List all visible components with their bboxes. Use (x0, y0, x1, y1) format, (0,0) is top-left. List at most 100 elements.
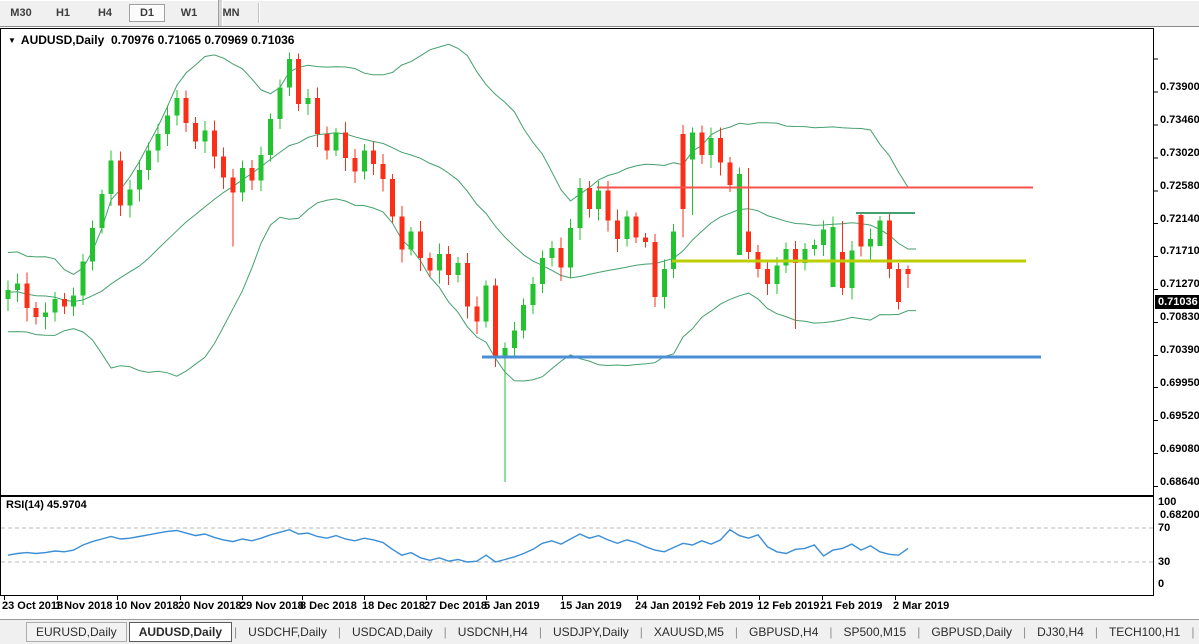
candle-body (362, 151, 367, 172)
symbol-dropdown-icon[interactable]: ▼ (8, 36, 16, 45)
tab-separator: | (640, 625, 643, 639)
candle-body (634, 217, 639, 238)
chart-tab-audusd-daily[interactable]: AUDUSD,Daily (129, 622, 232, 642)
candle-body (474, 307, 479, 322)
date-axis-label: 18 Dec 2018 (362, 600, 425, 612)
tab-separator: | (1023, 625, 1026, 639)
rsi-indicator-label: RSI(14) 45.9704 (6, 499, 87, 511)
candle-body (399, 217, 404, 250)
candle-body (352, 158, 357, 172)
candle-body (343, 133, 348, 159)
chart-tab-usdcnh-h4[interactable]: USDCNH,H4 (449, 623, 537, 641)
chart-tab-dj30-h4[interactable]: DJ30,H4 (1028, 623, 1093, 641)
chart-tab-tech100-h1[interactable]: TECH100,H1 (1100, 623, 1189, 641)
price-axis-label: 0.73900 (1160, 82, 1199, 93)
candle-body (484, 286, 489, 322)
rsi-current-value: 45.9704 (47, 499, 87, 511)
candle-body (334, 133, 339, 151)
date-axis-label: 21 Feb 2019 (820, 600, 882, 612)
date-axis-label: 2 Mar 2019 (893, 600, 949, 612)
candle-body (587, 188, 592, 209)
candle-body (784, 249, 789, 266)
price-axis-label: 0.73020 (1160, 148, 1199, 159)
candle-body (6, 290, 11, 299)
candle-body (296, 59, 301, 104)
date-axis-label: 20 Nov 2018 (178, 600, 242, 612)
tab-separator: | (338, 625, 341, 639)
timeframe-button-h1[interactable]: H1 (45, 4, 81, 22)
candle-body (512, 331, 517, 348)
candle-body (652, 242, 657, 297)
candle-body (868, 239, 873, 247)
candle-body (371, 151, 376, 165)
date-axis-label: 8 Dec 2018 (300, 600, 357, 612)
candle-body (737, 174, 742, 255)
candle-body (681, 134, 686, 209)
candle-body (156, 134, 161, 151)
candle-body (231, 178, 236, 193)
candle-body (324, 134, 329, 151)
candle-body (662, 269, 667, 297)
candle-body (221, 157, 226, 178)
price-axis-label: 0.73460 (1160, 115, 1199, 126)
toolbar-separator (258, 3, 260, 23)
tab-separator: | (1095, 625, 1098, 639)
timeframe-button-d1[interactable]: D1 (129, 4, 165, 22)
main-chart-canvas[interactable] (0, 28, 1199, 496)
timeframe-toolbar: M30 H1 H4 D1 W1 MN (0, 0, 1199, 27)
price-axis-label: 0.69080 (1160, 444, 1199, 455)
chart-tab-usdchf-daily[interactable]: USDCHF,Daily (239, 623, 336, 641)
candle-body (643, 238, 648, 243)
chart-tab-eurusd-daily[interactable]: EURUSD,Daily (26, 622, 127, 642)
candle-body (521, 305, 526, 331)
candle-body (409, 232, 414, 250)
candle-body (493, 286, 498, 359)
timeframe-button-w1[interactable]: W1 (171, 4, 207, 22)
candle-body (906, 269, 911, 274)
chart-tab-gbpusd-daily[interactable]: GBPUSD,Daily (922, 623, 1021, 641)
rsi-name: RSI(14) (6, 499, 44, 511)
price-axis-label: 0.71710 (1160, 246, 1199, 257)
rsi-chart-canvas[interactable] (0, 496, 1199, 596)
timeframe-button-m30[interactable]: M30 (3, 4, 39, 22)
candle-body (568, 228, 573, 268)
chart-tab-usdjpy-daily[interactable]: USDJPY,Daily (544, 623, 638, 641)
date-axis-label: 1 Nov 2018 (55, 600, 112, 612)
price-axis-label: 0.71270 (1160, 279, 1199, 290)
date-axis-label: 5 Jan 2019 (484, 600, 540, 612)
candle-body (540, 258, 545, 284)
current-price-badge: 0.71036 (1155, 295, 1199, 309)
chart-symbol-label: AUDUSD,Daily (21, 33, 104, 47)
candle-body (52, 299, 57, 313)
candle-body (249, 168, 254, 181)
toolbar-grip[interactable] (218, 0, 223, 26)
tab-separator: | (917, 625, 920, 639)
chart-tab-sp500-m15[interactable]: SP500,M15 (835, 623, 916, 641)
tab-separator: | (829, 625, 832, 639)
price-axis-label: 0.68640 (1160, 477, 1199, 488)
candle-body (596, 190, 601, 209)
date-axis-label: 12 Feb 2019 (757, 600, 819, 612)
date-axis-label: 27 Dec 2018 (424, 600, 487, 612)
price-axis-label: 0.69950 (1160, 378, 1199, 389)
chart-tab-usdcad-daily[interactable]: USDCAD,Daily (343, 623, 442, 641)
date-axis-label: 2 Feb 2019 (697, 600, 753, 612)
candle-body (174, 98, 179, 115)
candle-body (624, 217, 629, 240)
candle-body (549, 248, 554, 258)
timeframe-button-h4[interactable]: H4 (87, 4, 123, 22)
candle-body (746, 232, 751, 252)
candle-body (718, 138, 723, 163)
candle-body (34, 308, 39, 317)
price-axis-label: 0.69520 (1160, 411, 1199, 422)
chart-title: ▼AUDUSD,Daily 0.70976 0.71065 0.70969 0.… (8, 33, 294, 47)
tab-separator: | (444, 625, 447, 639)
candle-body (277, 88, 282, 120)
chart-tab-gbpusd-h4[interactable]: GBPUSD,H4 (740, 623, 827, 641)
rsi-pane-border (1, 497, 1154, 596)
chart-tab-xauusd-m5[interactable]: XAUUSD,M5 (645, 623, 733, 641)
candle-body (606, 190, 611, 220)
candle-body (24, 283, 29, 308)
chart-tab-bar: EURUSD,DailyAUDUSD,Daily|USDCHF,Daily|US… (0, 619, 1199, 644)
rsi-axis-label: 30 (1158, 557, 1170, 568)
